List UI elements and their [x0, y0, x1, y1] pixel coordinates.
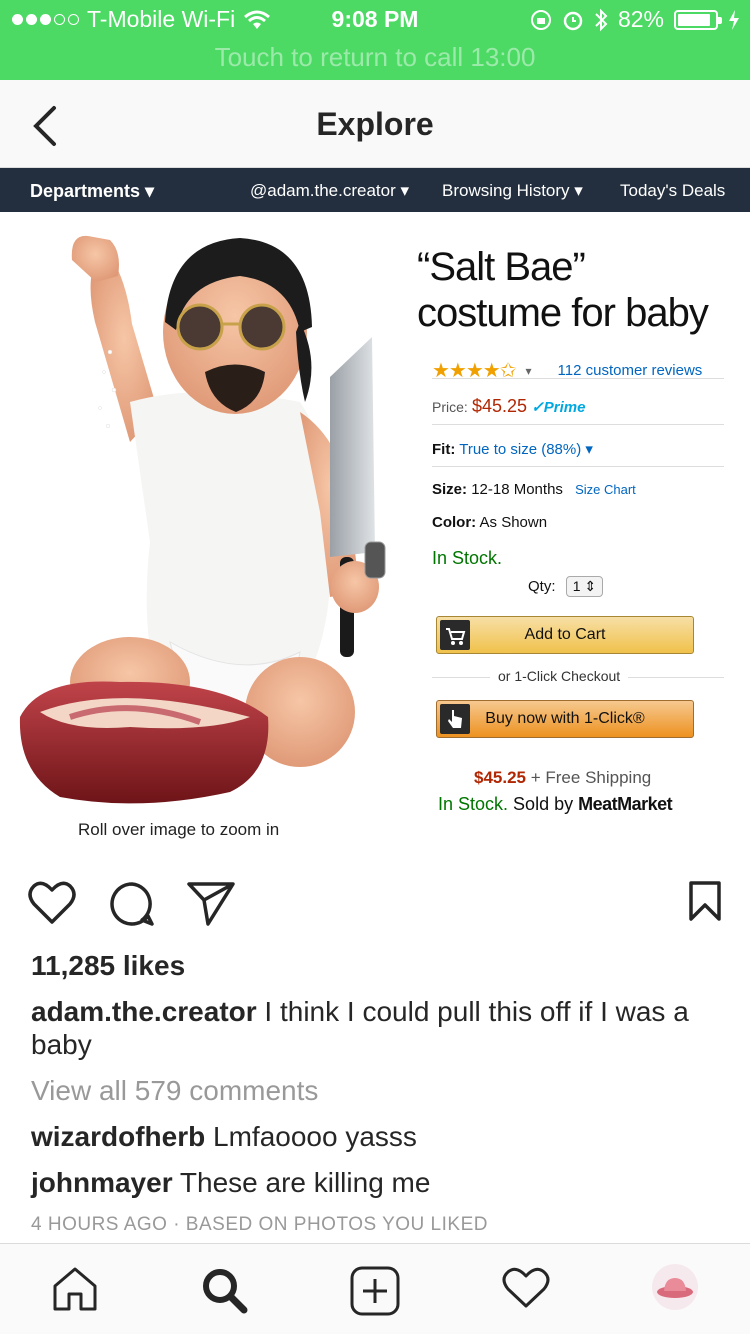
new-post-icon[interactable] [350, 1266, 400, 1316]
like-count[interactable]: 11,285 likes [31, 950, 185, 982]
charging-icon [729, 9, 739, 30]
comment-item: wizardofherb Lmfaoooo yasss [31, 1121, 417, 1153]
return-to-call-banner[interactable]: Touch to return to call 13:00 [0, 42, 750, 73]
bookmark-icon[interactable] [688, 880, 722, 922]
qty-row: Qty: 1 ⇕ [528, 576, 604, 597]
battery-icon [674, 9, 722, 30]
rotation-lock-icon [530, 9, 551, 30]
heart-icon[interactable] [28, 880, 76, 926]
battery-percent: 82% [617, 6, 664, 32]
amazon-nav-bar: Departments ▾ @adam.the.creator ▾ Browsi… [0, 168, 750, 212]
page-title: Explore [316, 106, 434, 142]
color-row: Color: As Shown [432, 514, 548, 531]
baby-costume-photo [19, 235, 386, 804]
buy-now-button: Buy now with 1-Click® [436, 700, 694, 738]
product-rating: ★★★★✩ ▾ 112 customer reviews [432, 358, 702, 383]
stock-status: In Stock. [432, 548, 503, 568]
price: $45.25 [471, 396, 528, 416]
one-click-label: or 1-Click Checkout [490, 668, 629, 684]
comment-username[interactable]: johnmayer [31, 1167, 173, 1198]
rating-caret: ▾ [525, 363, 532, 378]
post-timestamp: 4 HOURS AGO · BASED ON PHOTOS YOU LIKED [31, 1214, 488, 1235]
divider [432, 378, 724, 379]
product-title: “Salt Bae” costume for baby [417, 245, 709, 335]
tab-bar [0, 1243, 750, 1334]
profile-avatar[interactable] [652, 1264, 698, 1310]
post-caption: adam.the.creator I think I could pull th… [31, 995, 721, 1061]
search-icon[interactable] [200, 1266, 248, 1314]
divider [432, 424, 724, 425]
post-actions [0, 850, 750, 950]
status-bar: T-Mobile Wi-Fi 9:08 PM 82% Touch to retu… [0, 0, 750, 80]
cart-icon [440, 620, 470, 650]
alarm-icon [563, 11, 583, 30]
shipping-line: $45.25 + Free Shipping [474, 768, 652, 787]
home-icon[interactable] [51, 1266, 99, 1312]
seller-line: In Stock. Sold by MeatMarket [438, 794, 673, 814]
amazon-account: @adam.the.creator ▾ [250, 181, 410, 200]
prime-badge: ✓Prime [531, 399, 586, 416]
comment-text: These are killing me [179, 1167, 431, 1198]
amazon-departments: Departments ▾ [30, 181, 155, 201]
divider [432, 466, 724, 467]
fit-row: Fit: True to size (88%) ▾ [432, 441, 593, 458]
view-all-comments[interactable]: View all 579 comments [31, 1075, 318, 1107]
pointer-icon [440, 704, 470, 734]
reviews-link: 112 customer reviews [557, 362, 703, 379]
comment-text: Lmfaoooo yasss [213, 1121, 417, 1152]
price-row: Price: $45.25 ✓Prime [432, 396, 586, 416]
share-icon[interactable] [186, 880, 236, 926]
star-rating-icon: ★★★★✩ [432, 360, 516, 382]
comment-icon[interactable] [108, 880, 156, 928]
zoom-hint: Roll over image to zoom in [78, 820, 280, 839]
comment-item: johnmayer These are killing me [31, 1167, 430, 1199]
post-image[interactable]: Departments ▾ @adam.the.creator ▾ Browsi… [0, 168, 750, 850]
amazon-history: Browsing History ▾ [442, 181, 583, 200]
add-to-cart-button: Add to Cart [436, 616, 694, 654]
activity-heart-icon[interactable] [502, 1266, 550, 1310]
nav-bar: Explore [0, 80, 750, 168]
amazon-deals: Today's Deals [620, 181, 726, 200]
avatar-hat-icon [657, 1278, 693, 1298]
bluetooth-icon [595, 8, 608, 31]
comment-username[interactable]: wizardofherb [31, 1121, 205, 1152]
author-username[interactable]: adam.the.creator [31, 996, 257, 1027]
size-row: Size: 12-18 Months Size Chart [432, 481, 636, 498]
